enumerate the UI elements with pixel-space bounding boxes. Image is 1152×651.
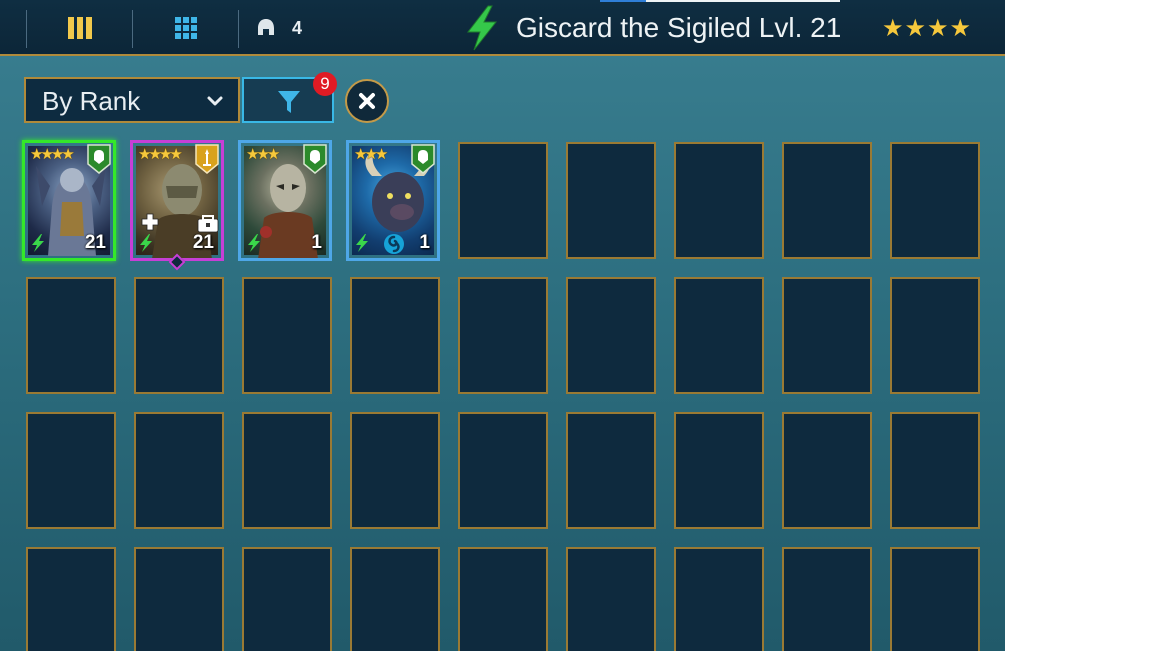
list-view-button[interactable]	[60, 8, 100, 48]
divider	[26, 10, 27, 48]
empty-slot	[782, 277, 872, 394]
hero-rank-stars: ★★★★	[882, 15, 973, 42]
empty-slot	[134, 412, 224, 529]
hero-title: Giscard the Sigiled Lvl. 21	[516, 12, 842, 43]
empty-slot	[26, 412, 116, 529]
funnel-icon	[278, 91, 300, 113]
clear-filters-button[interactable]	[345, 79, 389, 123]
hero-stars: ★★★	[246, 146, 280, 163]
empty-slot	[134, 277, 224, 394]
empty-slot	[890, 277, 980, 394]
empty-slot	[350, 277, 440, 394]
empty-slot	[26, 277, 116, 394]
hero-stars: ★★★★	[30, 146, 75, 163]
hero-card[interactable]: ★★★ 1	[346, 140, 440, 261]
empty-slot	[566, 277, 656, 394]
empty-slot	[782, 412, 872, 529]
top-edge-highlight-blue	[600, 0, 646, 2]
hero-stars: ★★★	[354, 146, 388, 163]
divider	[238, 10, 239, 48]
columns-icon	[68, 17, 92, 39]
hero-level: 1	[419, 232, 430, 253]
empty-slot	[890, 142, 980, 259]
helmet-icon	[258, 19, 274, 35]
divider	[132, 10, 133, 48]
affinity-swirl-icon	[384, 234, 404, 254]
hero-level: 21	[192, 232, 214, 253]
energy-icon	[248, 234, 260, 252]
defense-role-icon	[411, 144, 435, 174]
health-cross-icon	[141, 213, 159, 231]
energy-icon	[356, 234, 368, 252]
defense-role-icon	[303, 144, 327, 174]
attack-role-icon	[195, 144, 219, 174]
empty-slot	[674, 277, 764, 394]
energy-icon	[140, 234, 152, 252]
hero-card[interactable]: ★★★★ 21	[130, 140, 224, 261]
chevron-down-icon	[207, 96, 223, 106]
hero-count: 4	[292, 18, 303, 38]
energy-icon	[32, 234, 44, 252]
empty-slot	[458, 412, 548, 529]
empty-slot	[674, 547, 764, 651]
hero-card[interactable]: ★★★ 1	[238, 140, 332, 261]
hero-stars: ★★★★	[138, 146, 183, 163]
sort-dropdown[interactable]: By Rank	[24, 77, 240, 123]
empty-slot	[674, 142, 764, 259]
close-icon	[359, 93, 375, 109]
empty-slot	[458, 277, 548, 394]
hero-level: 21	[84, 232, 106, 253]
empty-slot	[782, 547, 872, 651]
hero-card[interactable]: ★★★★ 21	[22, 140, 116, 261]
vault-icon	[197, 215, 219, 233]
top-bar: 4 Giscard the Sigiled Lvl. 21 ★★★★	[0, 0, 1005, 56]
grid-view-button[interactable]	[166, 8, 206, 48]
empty-slot	[890, 412, 980, 529]
empty-slot	[890, 547, 980, 651]
grid-icon	[175, 17, 197, 39]
empty-slot	[350, 412, 440, 529]
empty-slot	[242, 547, 332, 651]
helmet-count	[254, 8, 278, 48]
empty-slot	[134, 547, 224, 651]
empty-slot	[242, 277, 332, 394]
hero-collection-screen: 4 Giscard the Sigiled Lvl. 21 ★★★★ By Ra…	[0, 0, 1005, 651]
empty-slot	[566, 142, 656, 259]
defense-role-icon	[87, 144, 111, 174]
empty-slot	[458, 142, 548, 259]
sort-dropdown-label: By Rank	[42, 86, 141, 116]
empty-slot	[674, 412, 764, 529]
empty-slot	[566, 547, 656, 651]
empty-slot	[26, 547, 116, 651]
empty-slot	[242, 412, 332, 529]
hero-level: 1	[311, 232, 322, 253]
empty-slot	[566, 412, 656, 529]
empty-slot	[782, 142, 872, 259]
energy-bolt-icon	[466, 5, 498, 51]
filter-count-badge: 9	[313, 72, 337, 96]
empty-slot	[350, 547, 440, 651]
empty-slot	[458, 547, 548, 651]
